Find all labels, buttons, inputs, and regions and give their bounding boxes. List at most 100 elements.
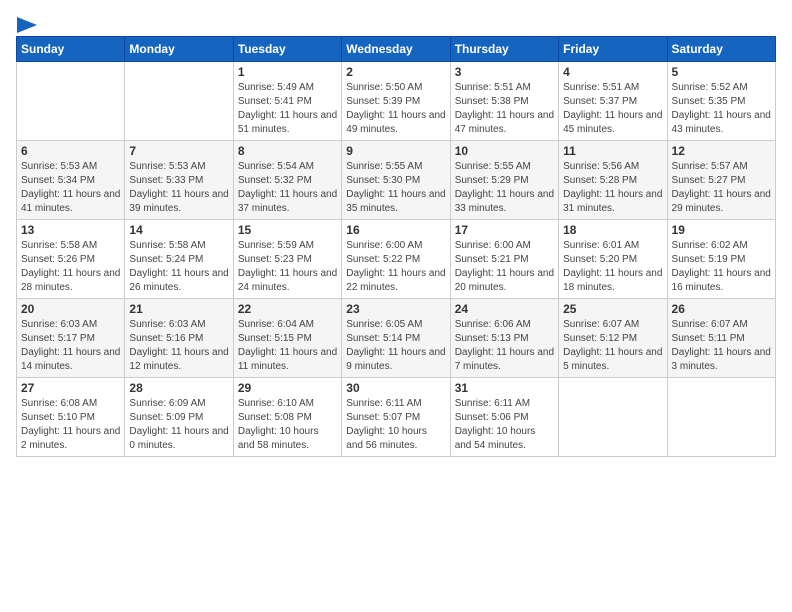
day-info: Sunrise: 5:54 AM Sunset: 5:32 PM Dayligh… [238,160,337,216]
day-info: Sunrise: 6:05 AM Sunset: 5:14 PM Dayligh… [346,318,445,374]
day-info: Sunrise: 6:01 AM Sunset: 5:20 PM Dayligh… [563,239,662,295]
calendar-cell: 16Sunrise: 6:00 AM Sunset: 5:22 PM Dayli… [342,220,450,299]
logo-container [16,16,38,34]
logo-arrow-icon [17,17,37,33]
day-info: Sunrise: 6:04 AM Sunset: 5:15 PM Dayligh… [238,318,337,374]
calendar-week-row: 27 Sunrise: 6:08 AM Sunset: 5:10 PM Dayli… [17,378,776,457]
day-info: Sunrise: 6:06 AM Sunset: 5:13 PM Dayligh… [455,318,554,374]
calendar-cell: 28Sunrise: 6:09 AM Sunset: 5:09 PM Dayli… [125,378,233,457]
day-number: 17 [455,223,554,237]
calendar-cell: 11Sunrise: 5:56 AM Sunset: 5:28 PM Dayli… [559,141,667,220]
day-number: 9 [346,144,445,158]
day-info: Sunrise: 6:11 AM Sunset: 5:06 PM Dayligh… [455,397,554,453]
day-info: Sunrise: 5:59 AM Sunset: 5:23 PM Dayligh… [238,239,337,295]
day-info: Sunrise: 6:10 AM Sunset: 5:08 PM Dayligh… [238,397,337,453]
calendar-cell: 14 Sunrise: 5:58 AM Sunset: 5:24 PM Dayli… [125,220,233,299]
calendar-cell: 20 Sunrise: 6:03 AM Sunset: 5:17 PM Dayli… [17,299,125,378]
calendar-cell: 22Sunrise: 6:04 AM Sunset: 5:15 PM Dayli… [233,299,341,378]
calendar-cell: 1Sunrise: 5:49 AM Sunset: 5:41 PM Daylig… [233,62,341,141]
calendar-cell: 13 Sunrise: 5:58 AM Sunset: 5:26 PM Dayli… [17,220,125,299]
day-number: 27 [21,381,120,395]
calendar-cell: 2 Sunrise: 5:50 AM Sunset: 5:39 PM Daylig… [342,62,450,141]
day-info: Sunrise: 5:55 AM Sunset: 5:29 PM Dayligh… [455,160,554,216]
calendar-cell [125,62,233,141]
day-number: 31 [455,381,554,395]
calendar-day-header: Monday [125,37,233,62]
calendar-cell: 27 Sunrise: 6:08 AM Sunset: 5:10 PM Dayli… [17,378,125,457]
day-number: 29 [238,381,337,395]
calendar-page: SundayMondayTuesdayWednesdayThursdayFrid… [0,0,792,612]
calendar-cell [559,378,667,457]
calendar-cell: 29 Sunrise: 6:10 AM Sunset: 5:08 PM Dayli… [233,378,341,457]
calendar-day-header: Wednesday [342,37,450,62]
day-number: 21 [129,302,228,316]
day-info: Sunrise: 5:57 AM Sunset: 5:27 PM Dayligh… [672,160,771,216]
calendar-week-row: 13 Sunrise: 5:58 AM Sunset: 5:26 PM Dayli… [17,220,776,299]
calendar-day-header: Tuesday [233,37,341,62]
day-info: Sunrise: 6:00 AM Sunset: 5:21 PM Dayligh… [455,239,554,295]
calendar-cell: 5 Sunrise: 5:52 AM Sunset: 5:35 PM Daylig… [667,62,775,141]
calendar-cell: 30Sunrise: 6:11 AM Sunset: 5:07 PM Dayli… [342,378,450,457]
day-number: 25 [563,302,662,316]
calendar-cell [667,378,775,457]
day-number: 26 [672,302,771,316]
calendar-day-header: Sunday [17,37,125,62]
day-number: 24 [455,302,554,316]
calendar-cell: 6Sunrise: 5:53 AM Sunset: 5:34 PM Daylig… [17,141,125,220]
day-info: Sunrise: 6:02 AM Sunset: 5:19 PM Dayligh… [672,239,771,295]
day-info: Sunrise: 5:53 AM Sunset: 5:33 PM Dayligh… [129,160,228,216]
day-number: 15 [238,223,337,237]
day-info: Sunrise: 5:53 AM Sunset: 5:34 PM Dayligh… [21,160,120,216]
calendar-cell: 9 Sunrise: 5:55 AM Sunset: 5:30 PM Daylig… [342,141,450,220]
page-header [16,16,776,26]
day-number: 23 [346,302,445,316]
day-info: Sunrise: 5:55 AM Sunset: 5:30 PM Dayligh… [346,160,445,216]
calendar-cell: 24 Sunrise: 6:06 AM Sunset: 5:13 PM Dayli… [450,299,558,378]
day-number: 4 [563,65,662,79]
calendar-table: SundayMondayTuesdayWednesdayThursdayFrid… [16,36,776,457]
calendar-cell [17,62,125,141]
day-number: 7 [129,144,228,158]
day-number: 28 [129,381,228,395]
calendar-week-row: 20 Sunrise: 6:03 AM Sunset: 5:17 PM Dayli… [17,299,776,378]
calendar-day-header: Thursday [450,37,558,62]
day-number: 20 [21,302,120,316]
calendar-cell: 17 Sunrise: 6:00 AM Sunset: 5:21 PM Dayli… [450,220,558,299]
calendar-cell: 31 Sunrise: 6:11 AM Sunset: 5:06 PM Dayli… [450,378,558,457]
day-info: Sunrise: 6:00 AM Sunset: 5:22 PM Dayligh… [346,239,445,295]
day-info: Sunrise: 5:51 AM Sunset: 5:38 PM Dayligh… [455,81,554,137]
calendar-week-row: 1Sunrise: 5:49 AM Sunset: 5:41 PM Daylig… [17,62,776,141]
day-info: Sunrise: 5:51 AM Sunset: 5:37 PM Dayligh… [563,81,662,137]
day-number: 5 [672,65,771,79]
calendar-cell: 8Sunrise: 5:54 AM Sunset: 5:32 PM Daylig… [233,141,341,220]
day-info: Sunrise: 6:07 AM Sunset: 5:11 PM Dayligh… [672,318,771,374]
day-info: Sunrise: 5:58 AM Sunset: 5:26 PM Dayligh… [21,239,120,295]
day-number: 11 [563,144,662,158]
day-number: 30 [346,381,445,395]
day-info: Sunrise: 6:08 AM Sunset: 5:10 PM Dayligh… [21,397,120,453]
calendar-cell: 10 Sunrise: 5:55 AM Sunset: 5:29 PM Dayli… [450,141,558,220]
day-info: Sunrise: 6:03 AM Sunset: 5:16 PM Dayligh… [129,318,228,374]
calendar-cell: 23 Sunrise: 6:05 AM Sunset: 5:14 PM Dayli… [342,299,450,378]
calendar-cell: 19 Sunrise: 6:02 AM Sunset: 5:19 PM Dayli… [667,220,775,299]
day-number: 13 [21,223,120,237]
calendar-day-header: Saturday [667,37,775,62]
day-info: Sunrise: 5:50 AM Sunset: 5:39 PM Dayligh… [346,81,445,137]
day-number: 14 [129,223,228,237]
day-number: 2 [346,65,445,79]
day-number: 1 [238,65,337,79]
calendar-day-header: Friday [559,37,667,62]
day-number: 10 [455,144,554,158]
calendar-cell: 3Sunrise: 5:51 AM Sunset: 5:38 PM Daylig… [450,62,558,141]
calendar-cell: 7 Sunrise: 5:53 AM Sunset: 5:33 PM Daylig… [125,141,233,220]
calendar-cell: 25Sunrise: 6:07 AM Sunset: 5:12 PM Dayli… [559,299,667,378]
day-info: Sunrise: 5:52 AM Sunset: 5:35 PM Dayligh… [672,81,771,137]
day-info: Sunrise: 5:58 AM Sunset: 5:24 PM Dayligh… [129,239,228,295]
calendar-cell: 4 Sunrise: 5:51 AM Sunset: 5:37 PM Daylig… [559,62,667,141]
calendar-cell: 18 Sunrise: 6:01 AM Sunset: 5:20 PM Dayli… [559,220,667,299]
day-number: 19 [672,223,771,237]
day-number: 18 [563,223,662,237]
calendar-cell: 26 Sunrise: 6:07 AM Sunset: 5:11 PM Dayli… [667,299,775,378]
calendar-week-row: 6Sunrise: 5:53 AM Sunset: 5:34 PM Daylig… [17,141,776,220]
day-info: Sunrise: 6:03 AM Sunset: 5:17 PM Dayligh… [21,318,120,374]
